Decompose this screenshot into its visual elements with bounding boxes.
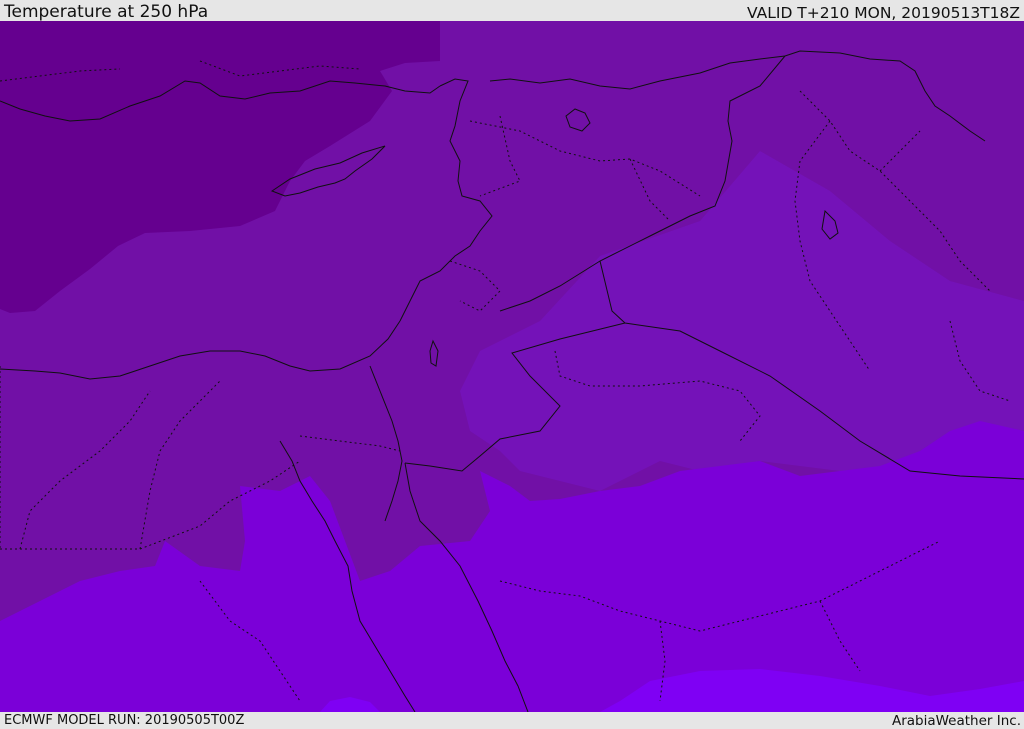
temperature-map — [0, 21, 1024, 712]
model-run-label: ECMWF MODEL RUN: 20190505T00Z — [4, 713, 245, 728]
credit-label: ArabiaWeather Inc. — [891, 713, 1021, 729]
map-figure: Temperature at 250 hPa VALID T+210 MON, … — [0, 0, 1024, 729]
map-canvas — [0, 21, 1024, 712]
valid-time: VALID T+210 MON, 20190513T18Z — [747, 4, 1020, 22]
map-title: Temperature at 250 hPa — [4, 2, 209, 22]
